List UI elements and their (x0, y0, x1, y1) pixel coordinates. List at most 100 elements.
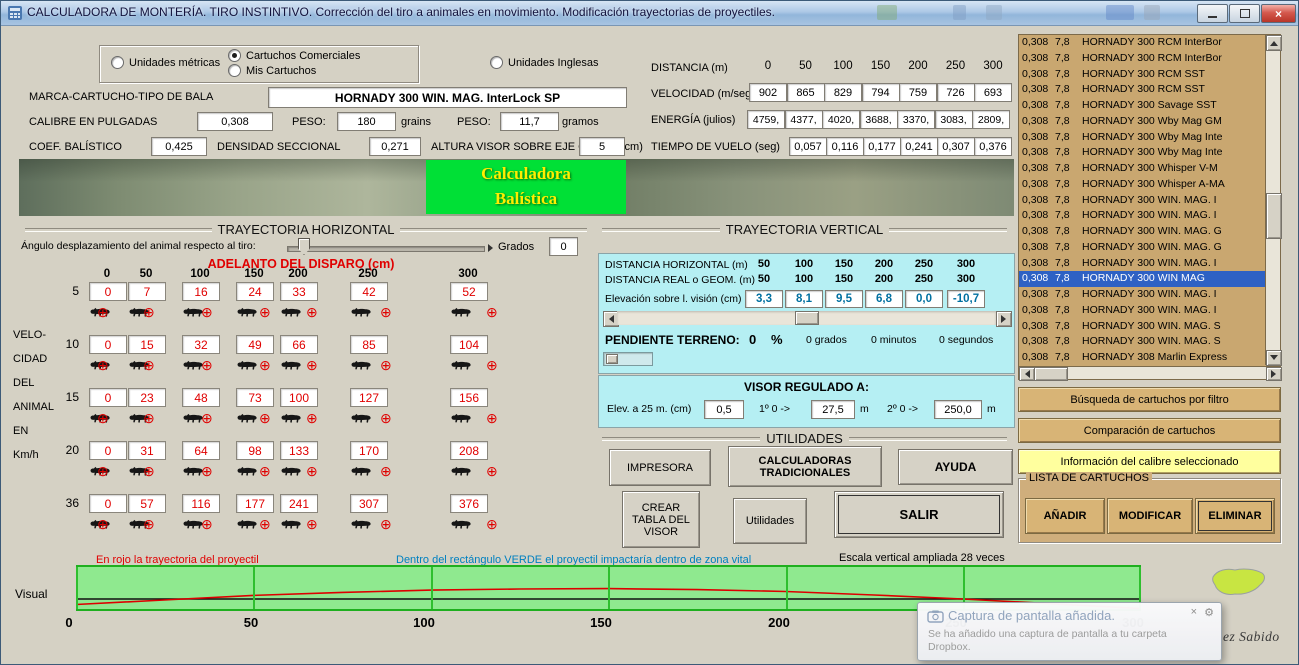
elev25-field[interactable]: 0,5 (704, 400, 744, 419)
animal-icon (450, 464, 472, 478)
vscrollbar-thumb[interactable] (1266, 193, 1282, 239)
energia-value: 2809, (972, 110, 1010, 129)
animal-cell: ⊕ (350, 357, 410, 373)
tiempo-value: 0,116 (826, 137, 864, 156)
cartridge-row[interactable]: 0,3087,8HORNADY 300 WIN. MAG. I (1019, 303, 1266, 319)
cartridge-row[interactable]: 0,3087,8HORNADY 300 Savage SST (1019, 98, 1266, 114)
cartridge-row[interactable]: 0,3087,8HORNADY 300 RCM SST (1019, 82, 1266, 98)
animal-icon (450, 305, 472, 319)
cartridge-grams: 7,8 (1055, 256, 1082, 272)
adelanto-value: 0 (89, 282, 127, 301)
cartridge-row[interactable]: 0,3087,8HORNADY 300 RCM InterBor (1019, 35, 1266, 51)
scrollbar-track[interactable] (617, 311, 996, 325)
cartridge-row[interactable]: 0,3087,8HORNADY 300 RCM InterBor (1019, 51, 1266, 67)
cartridge-row[interactable]: 0,3087,8HORNADY 300 WIN. MAG. I (1019, 208, 1266, 224)
chart-gridline (253, 567, 255, 609)
crear-tabla-visor-button[interactable]: CREAR TABLA DEL VISOR (622, 491, 700, 548)
cartridge-grams: 7,8 (1055, 161, 1082, 177)
cartridge-grams: 7,8 (1055, 193, 1082, 209)
crosshair-icon: ⊕ (143, 518, 155, 530)
cartridge-row[interactable]: 0,3087,8HORNADY 300 WIN. MAG. S (1019, 319, 1266, 335)
energia-value: 4020, (822, 110, 860, 129)
distancia-label: DISTANCIA (m) (651, 62, 728, 74)
impresora-button[interactable]: IMPRESORA (609, 449, 711, 486)
utilidades-button[interactable]: Utilidades (733, 498, 807, 544)
zero2-field[interactable]: 250,0 (934, 400, 982, 419)
toast-body-line2: Dropbox. (928, 641, 1167, 654)
animal-icon (280, 464, 302, 478)
scroll-right-icon[interactable] (1266, 367, 1282, 381)
titlebar-ghost-icon (1106, 5, 1134, 20)
chart-gridline (786, 567, 788, 609)
adelanto-value: 133 (280, 441, 318, 460)
cartridge-list-vscrollbar[interactable] (1265, 34, 1281, 365)
cartridge-row[interactable]: 0,3087,8HORNADY 300 Wby Mag Inte (1019, 145, 1266, 161)
distancia-value: 200 (900, 60, 936, 72)
vertical-panel-scrollbar[interactable] (603, 311, 1010, 325)
cartridge-row[interactable]: 0,3087,8HORNADY 300 WIN. MAG. I (1019, 287, 1266, 303)
close-button[interactable]: × (1261, 4, 1296, 23)
cartridge-list-hscrollbar[interactable] (1018, 366, 1281, 380)
cartridge-caliber: 0,308 (1019, 240, 1055, 256)
cartridge-row[interactable]: 0,3087,8HORNADY 300 WIN. MAG. G (1019, 240, 1266, 256)
tiempo-value: 0,057 (789, 137, 827, 156)
cartridge-row[interactable]: 0,3087,8HORNADY 300 Whisper V-M (1019, 161, 1266, 177)
elevacion-value: 8,1 (785, 290, 823, 308)
pendiente-slider-track[interactable] (603, 352, 653, 366)
velocidad-value: 726 (937, 83, 975, 102)
busqueda-cartuchos-button[interactable]: Búsqueda de cartuchos por filtro (1018, 387, 1281, 412)
scroll-up-icon[interactable] (1266, 35, 1282, 51)
cartridge-grams: 7,8 (1055, 271, 1082, 287)
modificar-button[interactable]: MODIFICAR (1107, 498, 1193, 534)
ayuda-button[interactable]: AYUDA (898, 449, 1013, 485)
animal-cell: ⊕ (450, 516, 510, 532)
speed-axis-word: ANIMAL (13, 401, 63, 413)
cartridge-row[interactable]: 0,3087,8HORNADY 300 Whisper A-MA (1019, 177, 1266, 193)
cartridge-row[interactable]: 0,3087,8HORNADY 300 WIN. MAG. I (1019, 193, 1266, 209)
dist-horizontal-value: 150 (825, 258, 863, 270)
toast-close-icon[interactable]: × (1191, 606, 1197, 618)
cartridge-row[interactable]: 0,3087,8HORNADY 300 WIN. MAG. S (1019, 334, 1266, 350)
toast-body-line1: Se ha añadido una captura de pantalla a … (928, 628, 1167, 641)
cartridge-name: HORNADY 300 WIN. MAG. G (1082, 224, 1266, 240)
pendiente-slider-thumb[interactable] (606, 354, 618, 364)
cartridge-row[interactable]: 0,3087,8HORNADY 308 Marlin Express (1019, 350, 1266, 366)
cartridge-row[interactable]: 0,3087,8HORNADY 300 WIN. MAG. G (1019, 224, 1266, 240)
cartridge-row[interactable]: 0,3087,8HORNADY 300 WIN MAG (1019, 271, 1266, 287)
cartridge-row[interactable]: 0,3087,8HORNADY 300 RCM SST (1019, 67, 1266, 83)
cartridge-row[interactable]: 0,3087,8HORNADY 300 WIN. MAG. I (1019, 256, 1266, 272)
cartridge-row[interactable]: 0,3087,8HORNADY 300 Wby Mag Inte (1019, 130, 1266, 146)
cartridge-name: HORNADY 300 WIN. MAG. S (1082, 319, 1266, 335)
animal-cell: ⊕ (128, 516, 188, 532)
elevacion-value: 9,5 (825, 290, 863, 308)
adelanto-value: 7 (128, 282, 166, 301)
lista-cartuchos-title: LISTA DE CARTUCHOS (1026, 472, 1152, 484)
anadir-button[interactable]: AÑADIR (1025, 498, 1105, 534)
salir-button[interactable]: SALIR (834, 491, 1004, 538)
velocidad-value: 693 (974, 83, 1012, 102)
scroll-left-icon[interactable] (1019, 367, 1035, 381)
crosshair-icon: ⊕ (380, 412, 392, 424)
hscrollbar-thumb[interactable] (1034, 367, 1068, 381)
cartridge-grams: 7,8 (1055, 177, 1082, 193)
scrollbar-thumb[interactable] (795, 311, 819, 325)
cartridge-list[interactable]: 0,3087,8HORNADY 300 RCM InterBor0,3087,8… (1018, 34, 1267, 367)
minimize-button[interactable] (1197, 4, 1228, 23)
animal-cell: ⊕ (280, 357, 340, 373)
scroll-down-icon[interactable] (1266, 350, 1282, 366)
comparacion-cartuchos-button[interactable]: Comparación de cartuchos (1018, 418, 1281, 443)
adelanto-value: 64 (182, 441, 220, 460)
toast-gear-icon[interactable]: ⚙ (1204, 606, 1214, 619)
calculadoras-button[interactable]: CALCULADORAS TRADICIONALES (728, 446, 882, 487)
cartridge-row[interactable]: 0,3087,8HORNADY 300 Wby Mag GM (1019, 114, 1266, 130)
informacion-calibre-button[interactable]: Información del calibre seleccionado (1018, 449, 1281, 474)
zero1-field[interactable]: 27,5 (811, 400, 855, 419)
eliminar-button[interactable]: ELIMINAR (1195, 498, 1275, 534)
app-window: CALCULADORA DE MONTERÍA. TIRO INSTINTIVO… (0, 0, 1299, 665)
adelanto-value: 208 (450, 441, 488, 460)
energia-value: 4759, (747, 110, 785, 129)
cartridge-caliber: 0,308 (1019, 350, 1055, 366)
maximize-button[interactable] (1229, 4, 1260, 23)
scroll-right-icon[interactable] (996, 311, 1012, 327)
titlebar-ghost-icon (986, 5, 1002, 20)
